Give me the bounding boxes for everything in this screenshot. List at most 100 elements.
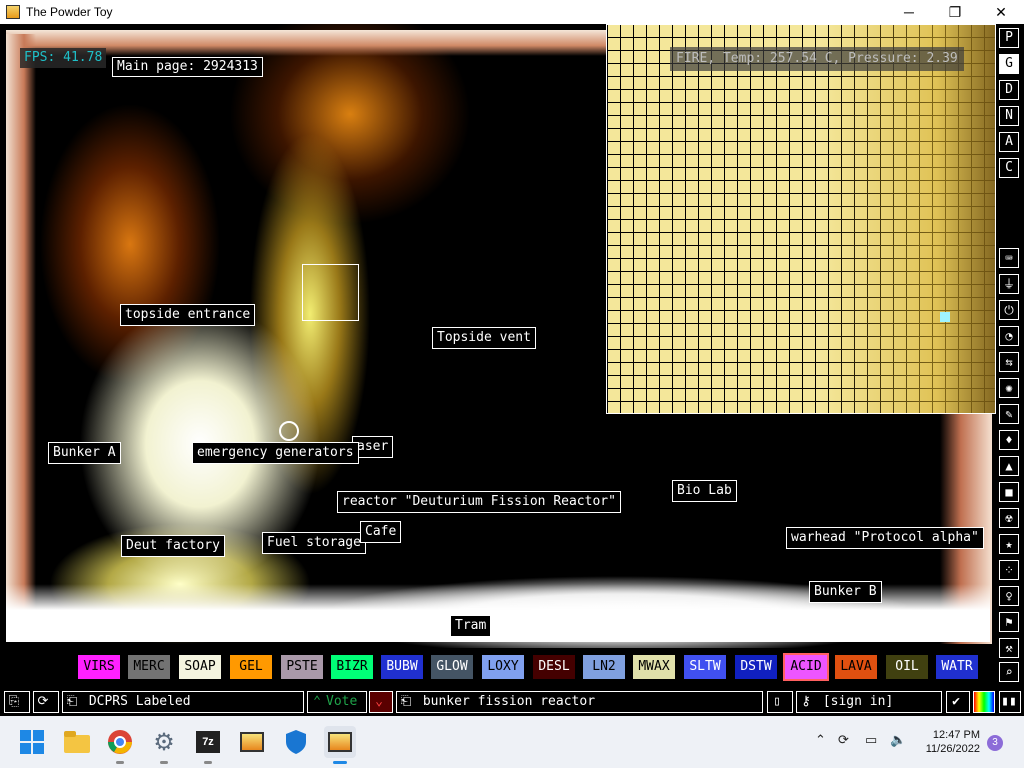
- main-page-id: Main page: 2924313: [112, 57, 263, 77]
- chevron-up-icon[interactable]: ⌃: [815, 732, 826, 748]
- element-loxy[interactable]: LOXY: [482, 655, 524, 679]
- element-pste[interactable]: PSTE: [281, 655, 323, 679]
- element-mwax[interactable]: MWAX: [633, 655, 675, 679]
- sign-reactor[interactable]: reactor "Deuturium Fission Reactor": [337, 491, 621, 513]
- special-icon[interactable]: ★: [999, 534, 1019, 554]
- upvote-icon: ⌃: [313, 694, 321, 709]
- element-desl[interactable]: DESL: [533, 655, 575, 679]
- reload-button[interactable]: ⟳: [33, 691, 59, 713]
- save-name-button[interactable]: ⎗ DCPRS Labeled: [62, 691, 304, 713]
- plug-icon[interactable]: ⏚: [999, 274, 1019, 294]
- liquid-icon[interactable]: ♦: [999, 430, 1019, 450]
- powder-icon[interactable]: ▲: [999, 456, 1019, 476]
- sign-fuel-storage[interactable]: Fuel storage: [262, 532, 366, 554]
- pause-icon: ▮▮: [1001, 694, 1017, 709]
- sign-tram[interactable]: Tram: [450, 615, 492, 637]
- menu-tab-g[interactable]: G: [999, 54, 1019, 74]
- fps-counter: FPS: 41.78: [20, 48, 107, 68]
- sign-warhead[interactable]: warhead "Protocol alpha": [786, 527, 984, 549]
- sensor-icon[interactable]: ◔: [999, 326, 1019, 346]
- element-dstw[interactable]: DSTW: [735, 655, 777, 679]
- vote-down-button[interactable]: ⌄: [369, 691, 393, 713]
- save-icon: ⎗: [66, 694, 78, 709]
- element-glow[interactable]: GLOW: [431, 655, 473, 679]
- color-picker-button[interactable]: [973, 691, 995, 713]
- keyboard-icon[interactable]: ⌨: [999, 248, 1019, 268]
- radioactive-icon[interactable]: ☢: [999, 508, 1019, 528]
- vote-label: Vote: [326, 694, 358, 709]
- element-virs[interactable]: VIRS: [78, 655, 120, 679]
- 7zip-button[interactable]: 7z: [192, 726, 224, 764]
- sign-bunker-a[interactable]: Bunker A: [48, 442, 121, 464]
- sign-topside-entrance[interactable]: topside entrance: [120, 304, 256, 326]
- hover-info: FIRE, Temp: 257.54 C, Pressure: 2.39: [670, 47, 964, 71]
- gas-icon[interactable]: ⁘: [999, 560, 1019, 580]
- new-simulation-button[interactable]: ▯: [767, 691, 793, 713]
- life-icon[interactable]: ♀: [999, 586, 1019, 606]
- sign-in-button[interactable]: ⚷ [sign in]: [796, 691, 942, 713]
- downvote-icon: ⌄: [375, 694, 383, 709]
- menu-tab-a[interactable]: A: [999, 132, 1019, 152]
- power-icon[interactable]: ⏻: [999, 300, 1019, 320]
- explosive-icon[interactable]: ✺: [999, 378, 1019, 398]
- minimize-button[interactable]: ─: [886, 0, 932, 24]
- element-ln2[interactable]: LN2: [583, 655, 625, 679]
- start-button[interactable]: [16, 726, 48, 758]
- running-indicator: [160, 761, 168, 764]
- system-clock[interactable]: 12:47 PM 11/26/2022: [910, 728, 980, 756]
- tool-icon[interactable]: ⚑: [999, 612, 1019, 632]
- element-merc[interactable]: MERC: [128, 655, 170, 679]
- element-bizr[interactable]: BIZR: [331, 655, 373, 679]
- notification-badge[interactable]: 3: [987, 735, 1003, 751]
- volume-icon[interactable]: 🔈: [890, 732, 906, 748]
- brush-cursor: [279, 421, 299, 441]
- menu-tab-n[interactable]: N: [999, 106, 1019, 126]
- tags-button[interactable]: ⎗ bunker fission reactor: [396, 691, 763, 713]
- powder-toy-task-button[interactable]: [236, 726, 268, 758]
- solid-icon[interactable]: ■: [999, 482, 1019, 502]
- simulation-canvas[interactable]: FPS: 41.78 Main page: 2924313 topside en…: [0, 24, 996, 648]
- element-sltw[interactable]: SLTW: [684, 655, 726, 679]
- open-save-button[interactable]: ⎘: [4, 691, 30, 713]
- powder-toy-active-button[interactable]: [324, 726, 356, 764]
- new-document-icon: ▯: [773, 694, 781, 709]
- reload-icon: ⟳: [37, 694, 49, 709]
- security-button[interactable]: [280, 726, 312, 758]
- menu-tab-c[interactable]: C: [999, 158, 1019, 178]
- file-explorer-button[interactable]: [61, 726, 93, 758]
- pause-button[interactable]: ▮▮: [999, 691, 1021, 713]
- sign-deut-factory[interactable]: Deut factory: [121, 535, 225, 557]
- checkmark-circle-icon: ✔: [952, 694, 960, 709]
- menu-tab-d[interactable]: D: [999, 80, 1019, 100]
- sign-bio-lab[interactable]: Bio Lab: [672, 480, 737, 502]
- close-button[interactable]: ✕: [978, 0, 1024, 24]
- chrome-button[interactable]: [104, 726, 136, 764]
- sync-icon[interactable]: ⟳: [838, 732, 849, 748]
- force-icon[interactable]: ⇆: [999, 352, 1019, 372]
- sign-cafe[interactable]: Cafe: [360, 521, 402, 543]
- element-gel[interactable]: GEL: [230, 655, 272, 679]
- network-icon[interactable]: ▭: [865, 732, 877, 748]
- element-soap[interactable]: SOAP: [179, 655, 221, 679]
- search-icon[interactable]: ⌕: [999, 662, 1019, 682]
- element-lava[interactable]: LAVA: [835, 655, 877, 679]
- maximize-button[interactable]: ❐: [932, 0, 978, 24]
- sign-bunker-b[interactable]: Bunker B: [809, 581, 882, 603]
- element-oil[interactable]: OIL: [886, 655, 928, 679]
- vote-up-button[interactable]: ⌃ Vote: [307, 691, 367, 713]
- element-bubw[interactable]: BUBW: [381, 655, 423, 679]
- sign-emergency-generators[interactable]: emergency generators: [192, 442, 359, 464]
- tag-icon: ⎗: [400, 694, 412, 709]
- powder-toy-icon: [328, 732, 352, 752]
- bottom-bar: ⎘ ⟳ ⎗ DCPRS Labeled ⌃ Vote ⌄ ⎗ bunker fis…: [0, 688, 1024, 716]
- tags-text: bunker fission reactor: [422, 694, 596, 709]
- element-watr[interactable]: WATR: [936, 655, 978, 679]
- element-acid[interactable]: ACID: [783, 653, 829, 681]
- menu-tab-p[interactable]: P: [999, 28, 1019, 48]
- settings-app-button[interactable]: ⚙: [148, 726, 180, 764]
- sign-topside-vent[interactable]: Topside vent: [432, 327, 536, 349]
- pen-icon[interactable]: ✎: [999, 404, 1019, 424]
- favorite-icon[interactable]: ⚒: [999, 638, 1019, 658]
- settings-button[interactable]: ✔: [946, 691, 970, 713]
- powder-toy-app-icon: [6, 5, 20, 19]
